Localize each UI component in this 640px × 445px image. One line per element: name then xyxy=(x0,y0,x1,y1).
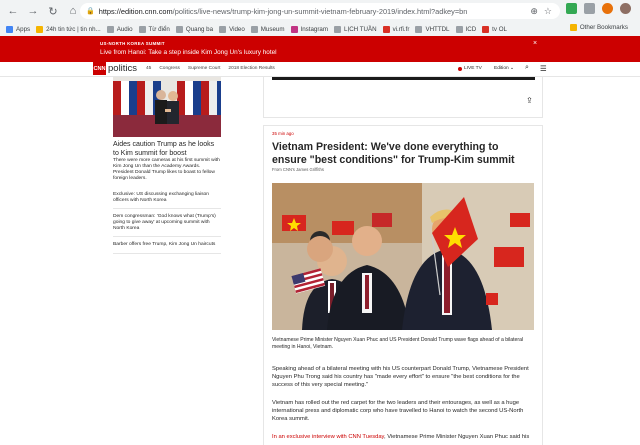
story-thumbnail[interactable] xyxy=(113,77,221,137)
bookmark-label: Quang ba xyxy=(185,25,214,33)
forward-icon[interactable]: → xyxy=(24,2,42,20)
extension-download-icon[interactable] xyxy=(566,3,577,14)
bookmark-label: LỊCH TUẦN xyxy=(344,25,377,33)
bookmark-label: 24h tin tức | tin nh... xyxy=(46,25,101,33)
post-headline: Vietnam President: We've done everything… xyxy=(272,141,515,166)
bookmark-item[interactable]: vi.rfi.fr xyxy=(382,25,410,33)
bookmark-favicon-icon xyxy=(382,25,390,33)
bookmark-favicon-icon xyxy=(219,25,227,33)
bookmarks-bar: Apps 24h tin tức | tin nh... Audio Từ điển Q… xyxy=(0,22,640,36)
bookmark-label: vi.rfi.fr xyxy=(392,25,410,33)
previous-post-card: ⇪ xyxy=(263,77,543,118)
bookmark-favicon-icon xyxy=(6,25,13,33)
search-icon[interactable]: ⌕ xyxy=(525,64,529,72)
banner-headline[interactable]: Live from Hanoi: Take a step inside Kim … xyxy=(100,49,277,56)
url-host: https://edition.cnn.com xyxy=(98,6,173,16)
bookmark-star-icon[interactable]: ☆ xyxy=(544,6,552,17)
bookmark-item[interactable]: Audio xyxy=(106,25,133,33)
bookmark-item[interactable]: 24h tin tức | tin nh... xyxy=(36,25,101,33)
post-hero-image xyxy=(272,183,534,330)
browser-chrome: ← → ↻ ⌂ 🔒 https://edition.cnn.com/politi… xyxy=(0,0,640,36)
bookmark-item[interactable]: tv OL xyxy=(482,25,507,33)
related-link[interactable]: Barber offers free Trump, Kim Jong Un ha… xyxy=(113,242,221,254)
nav-links: 45 Congress Supreme Court 2018 Election … xyxy=(146,66,275,71)
lock-icon: 🔒 xyxy=(86,8,95,15)
bookmark-item[interactable]: Apps xyxy=(6,25,31,33)
bookmark-favicon-icon xyxy=(138,25,146,33)
live-post-card: 35 min ago Vietnam President: We've done… xyxy=(263,125,543,445)
bookmark-item[interactable]: Museum xyxy=(250,25,285,33)
bookmark-item[interactable]: Video xyxy=(219,25,245,33)
bookmark-favicon-icon xyxy=(290,25,298,33)
bookmark-label: tv OL xyxy=(492,25,507,33)
article-paragraph: Vietnam has rolled out the red carpet fo… xyxy=(272,400,524,422)
bookmark-item[interactable]: VHTTDL xyxy=(415,25,450,33)
nav-link-congress[interactable]: Congress xyxy=(159,66,180,71)
bookmark-label: ICD xyxy=(465,25,477,33)
breaking-news-banner[interactable]: US-NORTH KOREA SUMMIT Live from Hanoi: T… xyxy=(0,36,640,62)
bookmark-favicon-icon xyxy=(175,25,183,33)
hamburger-menu-icon[interactable]: ☰ xyxy=(540,64,547,73)
section-title[interactable]: politics xyxy=(108,63,137,74)
interview-link[interactable]: In an exclusive interview with CNN Tuesd… xyxy=(272,434,384,440)
nav-link-election-results[interactable]: 2018 Election Results xyxy=(228,66,274,71)
extension-color-icon[interactable] xyxy=(602,3,613,14)
banner-label: US-NORTH KOREA SUMMIT xyxy=(100,41,165,46)
live-tv-link[interactable]: LIVE TV xyxy=(458,66,482,71)
nav-link-45[interactable]: 45 xyxy=(146,66,151,71)
nav-link-supreme-court[interactable]: Supreme Court xyxy=(188,66,221,71)
bookmark-label: Audio xyxy=(116,25,133,33)
bookmark-favicon-icon xyxy=(415,25,423,33)
article-paragraph: Speaking ahead of a bilateral meeting wi… xyxy=(272,366,529,388)
bookmark-item[interactable]: LỊCH TUẦN xyxy=(334,25,377,33)
other-bookmarks[interactable]: Other Bookmarks xyxy=(569,24,628,31)
bookmark-favicon-icon xyxy=(482,25,490,33)
bookmark-favicon-icon xyxy=(334,25,342,33)
bookmark-favicon-icon xyxy=(455,25,463,33)
other-bookmarks-label: Other Bookmarks xyxy=(579,24,628,31)
bookmark-label: Apps xyxy=(16,25,31,33)
bookmark-favicon-icon xyxy=(106,25,114,33)
cnn-logo[interactable]: CNN xyxy=(93,62,106,75)
related-links: Exclusive: US discussing exchanging liai… xyxy=(113,192,221,259)
bookmark-label: Museum xyxy=(260,25,285,33)
story-headline[interactable]: Aides caution Trump as he looks to Kim s… xyxy=(113,140,221,158)
close-icon[interactable]: × xyxy=(533,40,537,47)
bookmark-item[interactable]: Instagram xyxy=(290,25,329,33)
url-path: /politics/live-news/trump-kim-jong-un-su… xyxy=(172,6,468,16)
related-link[interactable]: Dem congressman: 'God knows what (Trump'… xyxy=(113,214,221,238)
live-dot-icon xyxy=(458,66,462,71)
browser-toolbar: ← → ↻ ⌂ 🔒 https://edition.cnn.com/politi… xyxy=(0,0,640,22)
related-link[interactable]: Exclusive: US discussing exchanging liai… xyxy=(113,192,221,210)
bookmark-item[interactable]: ICD xyxy=(455,25,477,33)
reload-icon[interactable]: ↻ xyxy=(44,2,62,20)
bookmark-favicon-icon xyxy=(250,25,258,33)
live-tv-label: LIVE TV xyxy=(464,66,482,71)
back-icon[interactable]: ← xyxy=(4,2,22,20)
bookmark-label: Video xyxy=(229,25,245,33)
bookmark-label: Instagram xyxy=(300,25,329,33)
zoom-icon[interactable]: ⊕ xyxy=(530,6,538,17)
cnn-navigation: CNN politics 45 Congress Supreme Court 2… xyxy=(0,62,640,77)
story-description: There were more cameras at his first sum… xyxy=(113,158,220,182)
image-caption: Vietnamese Prime Minister Nguyen Xuan Ph… xyxy=(272,337,524,350)
folder-icon xyxy=(569,24,577,31)
bookmark-item[interactable]: Quang ba xyxy=(175,25,214,33)
bookmark-label: Từ điển xyxy=(148,25,170,33)
bookmark-item[interactable]: Từ điển xyxy=(138,25,170,33)
profile-avatar[interactable] xyxy=(620,3,631,14)
previous-post-image xyxy=(272,77,535,80)
article-paragraph: In an exclusive interview with CNN Tuesd… xyxy=(272,433,534,441)
post-byline: From CNN's James Griffiths xyxy=(272,167,324,172)
post-timestamp: 35 min ago xyxy=(272,131,294,136)
article-paragraph-text: , Vietnamese Prime Minister Nguyen Xuan … xyxy=(384,434,530,440)
extension-icon[interactable] xyxy=(584,3,595,14)
address-bar[interactable]: 🔒 https://edition.cnn.com/politics/live-… xyxy=(80,3,560,19)
edition-selector[interactable]: Edition ⌄ xyxy=(494,66,514,71)
bookmark-label: VHTTDL xyxy=(425,25,450,33)
bookmark-favicon-icon xyxy=(36,25,44,33)
share-icon[interactable]: ⇪ xyxy=(526,96,533,105)
